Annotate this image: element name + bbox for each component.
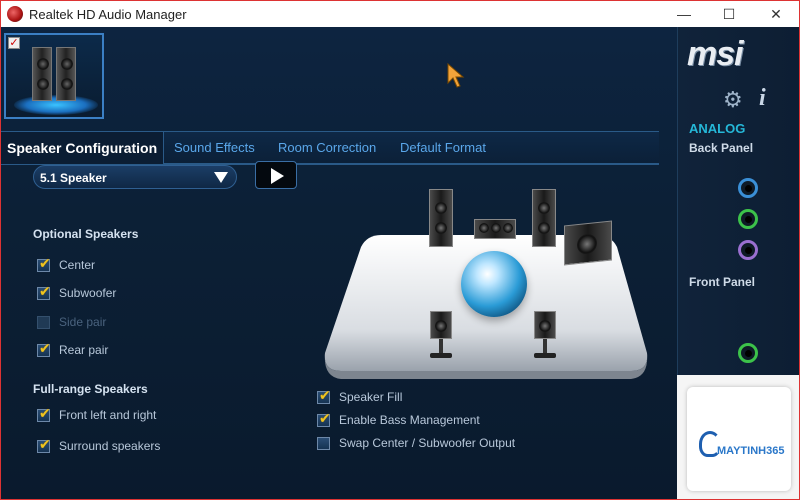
speaker-device-card[interactable]: ✓ — [4, 33, 104, 119]
side-pair-checkbox — [37, 315, 50, 329]
back-jack-blue[interactable] — [735, 178, 761, 198]
option-side-pair: Side pair — [37, 315, 106, 329]
speaker-icon-left — [32, 47, 52, 101]
dropdown-arrow-icon — [214, 172, 228, 183]
option-rear-pair[interactable]: Rear pair — [37, 340, 109, 357]
rear-right-speaker[interactable] — [534, 311, 556, 339]
side-pair-label: Side pair — [59, 315, 107, 329]
minimize-button[interactable]: — — [661, 1, 707, 27]
center-checkbox[interactable] — [37, 255, 51, 272]
front-lr-checkbox[interactable] — [37, 405, 51, 422]
bass-management-checkbox[interactable] — [317, 410, 331, 427]
tab-room-correction[interactable]: Room Correction — [278, 140, 376, 155]
rear-pair-label: Rear pair — [59, 343, 109, 357]
msi-logo: msi — [687, 35, 744, 73]
watermark-logo-card: MAYTINH365 — [687, 387, 791, 491]
back-jack-green[interactable] — [735, 209, 761, 229]
front-jack-green[interactable] — [735, 343, 761, 363]
front-panel-label: Front Panel — [689, 275, 756, 289]
speaker-stage — [321, 189, 651, 383]
swap-center-checkbox[interactable] — [317, 436, 330, 450]
rear-pair-checkbox[interactable] — [37, 340, 51, 357]
info-icon[interactable]: i — [759, 85, 766, 112]
full-range-speakers-heading: Full-range Speakers — [33, 382, 148, 396]
swap-center-label: Swap Center / Subwoofer Output — [339, 436, 516, 450]
subwoofer-speaker[interactable] — [564, 220, 612, 266]
tab-default-format[interactable]: Default Format — [400, 140, 486, 155]
option-center[interactable]: Center — [37, 255, 96, 272]
speaker-config-select[interactable]: 5.1 Speaker — [33, 165, 237, 189]
window-title: Realtek HD Audio Manager — [29, 6, 187, 22]
default-device-check-icon: ✓ — [8, 37, 20, 49]
tab-bar: Speaker Configuration Sound Effects Room… — [1, 131, 659, 165]
option-front-left-right[interactable]: Front left and right — [37, 405, 157, 422]
gear-icon[interactable]: ⚙ — [723, 87, 743, 113]
center-speaker[interactable] — [474, 219, 516, 239]
tab-speaker-configuration[interactable]: Speaker Configuration — [1, 132, 165, 164]
option-swap-center-subwoofer[interactable]: Swap Center / Subwoofer Output — [317, 436, 515, 450]
watermark-overlay: MAYTINH365 — [677, 375, 799, 499]
front-left-speaker[interactable] — [429, 189, 453, 247]
optional-speakers-heading: Optional Speakers — [33, 227, 139, 241]
speaker-config-value: 5.1 Speaker — [40, 171, 107, 185]
back-panel-label: Back Panel — [689, 141, 754, 155]
subwoofer-checkbox[interactable] — [37, 283, 51, 300]
maximize-button[interactable]: ☐ — [706, 1, 752, 27]
tab-sound-effects[interactable]: Sound Effects — [174, 140, 255, 155]
rear-left-speaker[interactable] — [430, 311, 452, 339]
back-jack-pink[interactable] — [735, 240, 761, 260]
center-label: Center — [59, 258, 96, 272]
surround-label: Surround speakers — [59, 439, 161, 453]
play-test-button[interactable] — [255, 161, 297, 189]
subwoofer-label: Subwoofer — [59, 286, 117, 300]
option-enable-bass-management[interactable]: Enable Bass Management — [317, 410, 480, 427]
option-subwoofer[interactable]: Subwoofer — [37, 283, 117, 300]
watermark-text: MAYTINH365 — [717, 445, 785, 457]
speaker-icon-right — [56, 47, 76, 101]
speaker-fill-label: Speaker Fill — [339, 390, 403, 404]
app-window: Realtek HD Audio Manager — ☐ ✕ ✓ Speaker… — [0, 0, 800, 500]
realtek-app-icon — [7, 6, 23, 22]
surround-checkbox[interactable] — [37, 436, 51, 453]
front-right-speaker[interactable] — [532, 189, 556, 247]
option-speaker-fill[interactable]: Speaker Fill — [317, 387, 403, 404]
play-icon — [271, 168, 284, 184]
option-surround-speakers[interactable]: Surround speakers — [37, 436, 161, 453]
speaker-fill-checkbox[interactable] — [317, 387, 331, 404]
listener-sphere — [461, 251, 527, 317]
close-button[interactable]: ✕ — [753, 1, 799, 27]
bass-management-label: Enable Bass Management — [339, 413, 480, 427]
mouse-cursor-icon — [447, 63, 465, 88]
front-lr-label: Front left and right — [59, 408, 157, 422]
title-bar: Realtek HD Audio Manager — ☐ ✕ — [1, 1, 799, 27]
analog-label: ANALOG — [689, 121, 746, 136]
